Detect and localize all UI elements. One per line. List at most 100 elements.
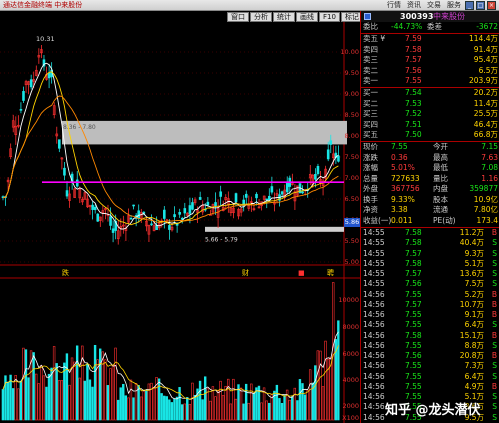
volume-bar <box>22 347 25 421</box>
menu-item-trade[interactable]: 交易 <box>424 0 444 11</box>
toolbar-button-f10[interactable]: F10 <box>319 12 340 22</box>
ask-volume: 91.4万 <box>473 44 498 54</box>
tick-time: 14:56 <box>363 320 385 330</box>
tick-price: 7.57 <box>405 269 422 278</box>
volume-bar <box>122 383 125 421</box>
volume-bar <box>278 398 281 421</box>
volume-bar <box>24 349 28 421</box>
quote-key: 现价 <box>363 142 378 151</box>
menu-item-news[interactable]: 资讯 <box>404 0 424 11</box>
maximize-icon[interactable]: □ <box>476 1 485 10</box>
quote-key: 总量 <box>363 173 378 183</box>
app-title: 通达信金融终端 中来股份 <box>3 1 83 9</box>
volume-bar <box>73 361 76 421</box>
tick-price: 7.55 <box>405 310 422 319</box>
tick-volume: 5.1万 <box>464 258 484 268</box>
quote-key: 股本 <box>433 194 448 204</box>
kline-chart[interactable]: 8.36 - 7.805.66 - 5.7910.31跌财 ■ 聘 <box>0 22 360 423</box>
toolbar-button-draw[interactable]: 画线 <box>296 12 318 22</box>
ask-price: 7.59 <box>405 34 422 43</box>
volume-bar <box>58 380 61 421</box>
toolbar-button-stats[interactable]: 统计 <box>273 12 295 22</box>
volume-bar <box>91 386 94 421</box>
volume-bar <box>101 351 104 421</box>
quote-panel: 委比 -44.73% 委差 -3672 卖五 ¥ 7.59 114.4万 卖四 7.58 91.4… <box>360 22 499 423</box>
volume-bar <box>1 389 5 421</box>
volume-bar <box>188 404 192 421</box>
candle-body <box>337 155 340 162</box>
tick-time: 14:56 <box>363 351 385 360</box>
volume-bar <box>78 377 81 421</box>
quote-key: 涨跌 <box>363 152 378 162</box>
price-axis-label: 5.50 <box>344 237 359 245</box>
bid-volume: 20.2万 <box>473 88 498 97</box>
volume-bar <box>280 403 284 421</box>
candle-body <box>188 205 192 214</box>
quote-key: 外盘 <box>363 184 378 193</box>
candle-body <box>280 191 284 195</box>
candle-body <box>191 202 194 210</box>
close-icon[interactable]: × <box>487 1 496 10</box>
quote-value: 359877 <box>469 184 498 193</box>
quote-value: 7.08 <box>481 163 498 172</box>
minimize-icon[interactable]: _ <box>465 1 474 10</box>
volume-bar <box>50 367 53 421</box>
candle-body <box>198 197 202 200</box>
quote-row: 收益(一) 0.011 PE(动) 173.4 <box>361 216 499 227</box>
volume-bar <box>209 400 212 421</box>
quote-key: PE(动) <box>433 215 456 225</box>
menu-item-quotes[interactable]: 行情 <box>384 0 404 11</box>
ask-price: 7.57 <box>405 55 422 64</box>
price-axis-label: 8.00 <box>344 132 359 140</box>
volume-bar <box>275 384 279 421</box>
tick-side: B <box>491 310 497 319</box>
volume-bar <box>68 384 71 421</box>
volume-bar <box>119 387 122 421</box>
quote-value: 5.01% <box>391 163 415 172</box>
tick-time: 14:56 <box>363 340 385 350</box>
tick-time: 14:55 <box>363 228 385 237</box>
stock-name: 中来股份 <box>433 12 465 21</box>
tick-side: S <box>492 248 497 258</box>
quote-row: 净资 3.38 流通 7.80亿 <box>361 205 499 216</box>
volume-bar <box>247 402 250 421</box>
stock-icon[interactable] <box>364 13 371 20</box>
menu-item-service[interactable]: 服务 <box>444 0 464 11</box>
ask-row: 卖三 7.57 95.4万 <box>361 55 499 66</box>
quote-key: 换手 <box>363 194 378 204</box>
volume-bar <box>55 363 58 421</box>
bid-row: 买二 7.53 11.4万 <box>361 99 499 110</box>
volume-axis-label: 10000 <box>338 296 359 304</box>
volume-bar <box>11 388 15 421</box>
quote-value: 7.80亿 <box>473 205 498 214</box>
tick-row: 14:55 7.58 11.2万 B <box>361 228 499 238</box>
bid-label: 买三 <box>363 109 378 118</box>
tick-row: 14:55 7.57 13.6万 S <box>361 269 499 279</box>
tick-price: 7.55 <box>405 340 422 350</box>
quote-key: 涨幅 <box>363 163 378 172</box>
volume-bar <box>93 344 97 421</box>
volume-bar <box>142 390 145 421</box>
tick-side: S <box>492 412 497 422</box>
tick-side: S <box>492 371 497 381</box>
tick-price: 7.58 <box>405 228 422 237</box>
tick-price: 7.55 <box>405 371 422 381</box>
quote-key: 净资 <box>363 205 378 214</box>
price-axis-label: 8.50 <box>344 111 359 119</box>
quote-key: 今开 <box>433 142 448 151</box>
toolbar-button-analysis[interactable]: 分析 <box>250 12 272 22</box>
stock-code: 300393 <box>400 12 434 21</box>
volume-bar <box>139 396 143 421</box>
volume-bar <box>337 320 340 421</box>
volume-bar <box>306 390 309 421</box>
tick-row: 14:56 7.55 5.2万 B <box>361 290 499 300</box>
volume-bar <box>314 365 317 421</box>
commission-diff-label: 委差 <box>427 22 442 31</box>
tick-volume: 6.4万 <box>464 320 484 330</box>
candle-body <box>22 91 25 101</box>
quote-value: 1.16 <box>481 173 498 183</box>
ask-volume: 203.9万 <box>469 76 498 85</box>
volume-bar <box>203 376 207 421</box>
toolbar-button-window[interactable]: 窗口 <box>227 12 249 22</box>
tick-time: 14:55 <box>363 279 385 289</box>
